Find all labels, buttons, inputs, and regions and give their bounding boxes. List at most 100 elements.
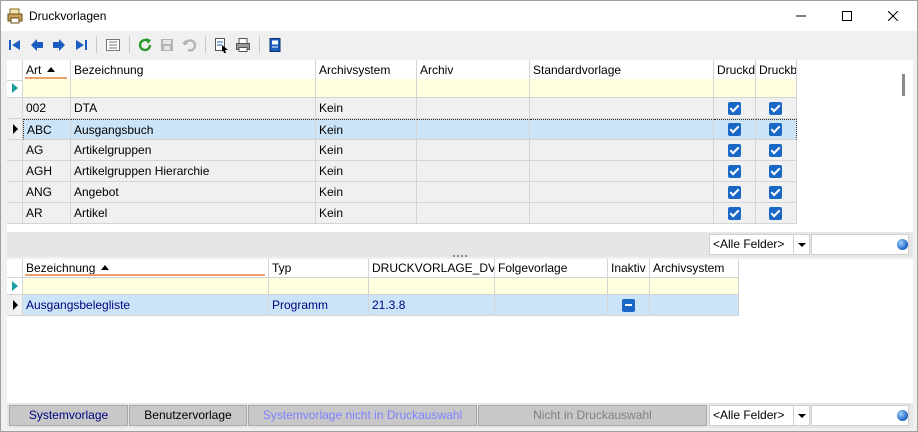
save-button[interactable] xyxy=(156,34,178,56)
document-cursor-icon xyxy=(215,38,228,53)
filter-cell[interactable] xyxy=(608,278,650,295)
close-button[interactable] xyxy=(870,1,916,31)
new-row-icon xyxy=(12,281,18,291)
undo-button[interactable] xyxy=(178,34,200,56)
sort-ascending-icon xyxy=(47,67,56,72)
cell-bezeichnung: Ausgangsbuch xyxy=(71,119,316,140)
current-row-icon xyxy=(13,124,18,134)
druckdi-checkbox[interactable] xyxy=(728,165,741,178)
search-globe-icon[interactable] xyxy=(897,410,908,421)
cell-archivsystem: Kein xyxy=(316,140,417,161)
filter-cell[interactable] xyxy=(495,278,608,295)
search-globe-icon[interactable] xyxy=(897,239,908,250)
col-header-bezeichnung[interactable]: Bezeichnung xyxy=(71,60,316,81)
filter-cell[interactable] xyxy=(269,278,369,295)
inaktiv-checkbox-indeterminate[interactable] xyxy=(622,299,635,312)
filter-cell[interactable] xyxy=(714,79,756,98)
cell-archivsystem: Kein xyxy=(316,203,417,224)
cell-art: ABC xyxy=(23,119,71,140)
previous-record-button[interactable] xyxy=(26,34,48,56)
cell-archivsystem: Kein xyxy=(316,161,417,182)
minimize-icon xyxy=(796,15,806,17)
legend-nicht-in-druckauswahl: Nicht in Druckauswahl xyxy=(478,405,707,426)
legend-systemvorlage-nicht-in-druckauswahl: Systemvorlage nicht in Druckauswahl xyxy=(248,405,477,426)
col-header-druckdi[interactable]: Druckdi xyxy=(714,60,756,81)
col-header-folgevorlage[interactable]: Folgevorlage xyxy=(495,259,608,278)
legend-benutzervorlage: Benutzervorlage xyxy=(129,405,247,426)
cell-typ: Programm xyxy=(269,295,369,316)
sort-ascending-icon xyxy=(101,265,110,270)
druckdi-checkbox[interactable] xyxy=(728,102,741,115)
filter-cell[interactable] xyxy=(530,79,714,98)
filter-cell[interactable] xyxy=(756,79,797,98)
cell-druckvorlage-dv: 21.3.8 xyxy=(369,295,495,316)
current-row-icon xyxy=(13,300,18,310)
druckvorlagen-window: Druckvorlagen Art Bezeichnung Archivsyst… xyxy=(0,0,918,432)
cell-bezeichnung: DTA xyxy=(71,98,316,119)
chevron-down-icon[interactable] xyxy=(793,235,809,254)
cell-bezeichnung: Ausgangsbelegliste xyxy=(23,295,269,316)
druckdi-checkbox[interactable] xyxy=(728,186,741,199)
col-header-archivsystem[interactable]: Archivsystem xyxy=(316,60,417,81)
filter-cell[interactable] xyxy=(417,79,530,98)
legend-systemvorlage: Systemvorlage xyxy=(9,405,128,426)
druckbe-checkbox[interactable] xyxy=(769,165,782,178)
druckdi-checkbox[interactable] xyxy=(728,144,741,157)
col-header-druckvorlage-dv[interactable]: DRUCKVORLAGE_DV_R xyxy=(369,259,495,278)
refresh-button[interactable] xyxy=(134,34,156,56)
druckdi-checkbox[interactable] xyxy=(728,207,741,220)
col-header-standardvorlage[interactable]: Standardvorlage xyxy=(530,60,714,81)
upper-grid-scrollbar[interactable] xyxy=(902,74,905,96)
druckbe-checkbox[interactable] xyxy=(769,144,782,157)
cell-art: 002 xyxy=(23,98,71,119)
refresh-icon xyxy=(138,38,152,52)
col-header-inaktiv[interactable]: Inaktiv xyxy=(608,259,650,278)
filter-cell[interactable] xyxy=(650,278,739,295)
print-button[interactable] xyxy=(232,34,254,56)
lower-search-input[interactable] xyxy=(811,405,909,426)
list-view-icon xyxy=(106,39,120,51)
print-preview-button[interactable] xyxy=(210,34,232,56)
filter-cell[interactable] xyxy=(316,79,417,98)
filter-cell[interactable] xyxy=(23,79,71,98)
cell-bezeichnung: Artikelgruppen Hierarchie xyxy=(71,161,316,182)
druckbe-checkbox[interactable] xyxy=(769,102,782,115)
druckbe-checkbox[interactable] xyxy=(769,186,782,199)
col-header-archivsystem[interactable]: Archivsystem xyxy=(650,259,739,278)
upper-grid: Art Bezeichnung Archivsystem Archiv Stan… xyxy=(7,60,913,232)
first-record-button[interactable] xyxy=(4,34,26,56)
col-header-art[interactable]: Art xyxy=(23,60,71,81)
row-indicator-header xyxy=(7,60,23,81)
template-settings-button[interactable] xyxy=(264,34,286,56)
filter-cell[interactable] xyxy=(23,278,269,295)
chevron-down-icon[interactable] xyxy=(793,406,809,425)
toolbar xyxy=(1,31,917,58)
filter-cell[interactable] xyxy=(369,278,495,295)
first-record-icon xyxy=(9,40,20,50)
col-header-archiv[interactable]: Archiv xyxy=(417,60,530,81)
col-header-typ[interactable]: Typ xyxy=(269,259,369,278)
filter-cell[interactable] xyxy=(71,79,316,98)
maximize-button[interactable] xyxy=(824,1,870,31)
upper-search-input[interactable] xyxy=(811,234,909,255)
druckbe-checkbox[interactable] xyxy=(769,123,782,136)
last-record-button[interactable] xyxy=(70,34,92,56)
col-header-bezeichnung[interactable]: Bezeichnung xyxy=(23,259,269,278)
splitter-grip[interactable] xyxy=(453,255,467,257)
druckbe-checkbox[interactable] xyxy=(769,207,782,220)
printer-app-icon xyxy=(7,8,23,24)
next-record-button[interactable] xyxy=(48,34,70,56)
minimize-button[interactable] xyxy=(778,1,824,31)
filter-row-indicator xyxy=(7,79,23,98)
filter-row-indicator xyxy=(7,278,23,295)
maximize-icon xyxy=(842,11,852,21)
undo-icon xyxy=(182,39,197,52)
arrow-right-icon xyxy=(53,39,65,51)
cell-archivsystem: Kein xyxy=(316,98,417,119)
details-button[interactable] xyxy=(102,34,124,56)
cell-archivsystem: Kein xyxy=(316,119,417,140)
druckdi-checkbox[interactable] xyxy=(728,123,741,136)
cell-bezeichnung: Artikel xyxy=(71,203,316,224)
col-header-druckbe[interactable]: Druckbe xyxy=(756,60,797,81)
cell-archivsystem: Kein xyxy=(316,182,417,203)
